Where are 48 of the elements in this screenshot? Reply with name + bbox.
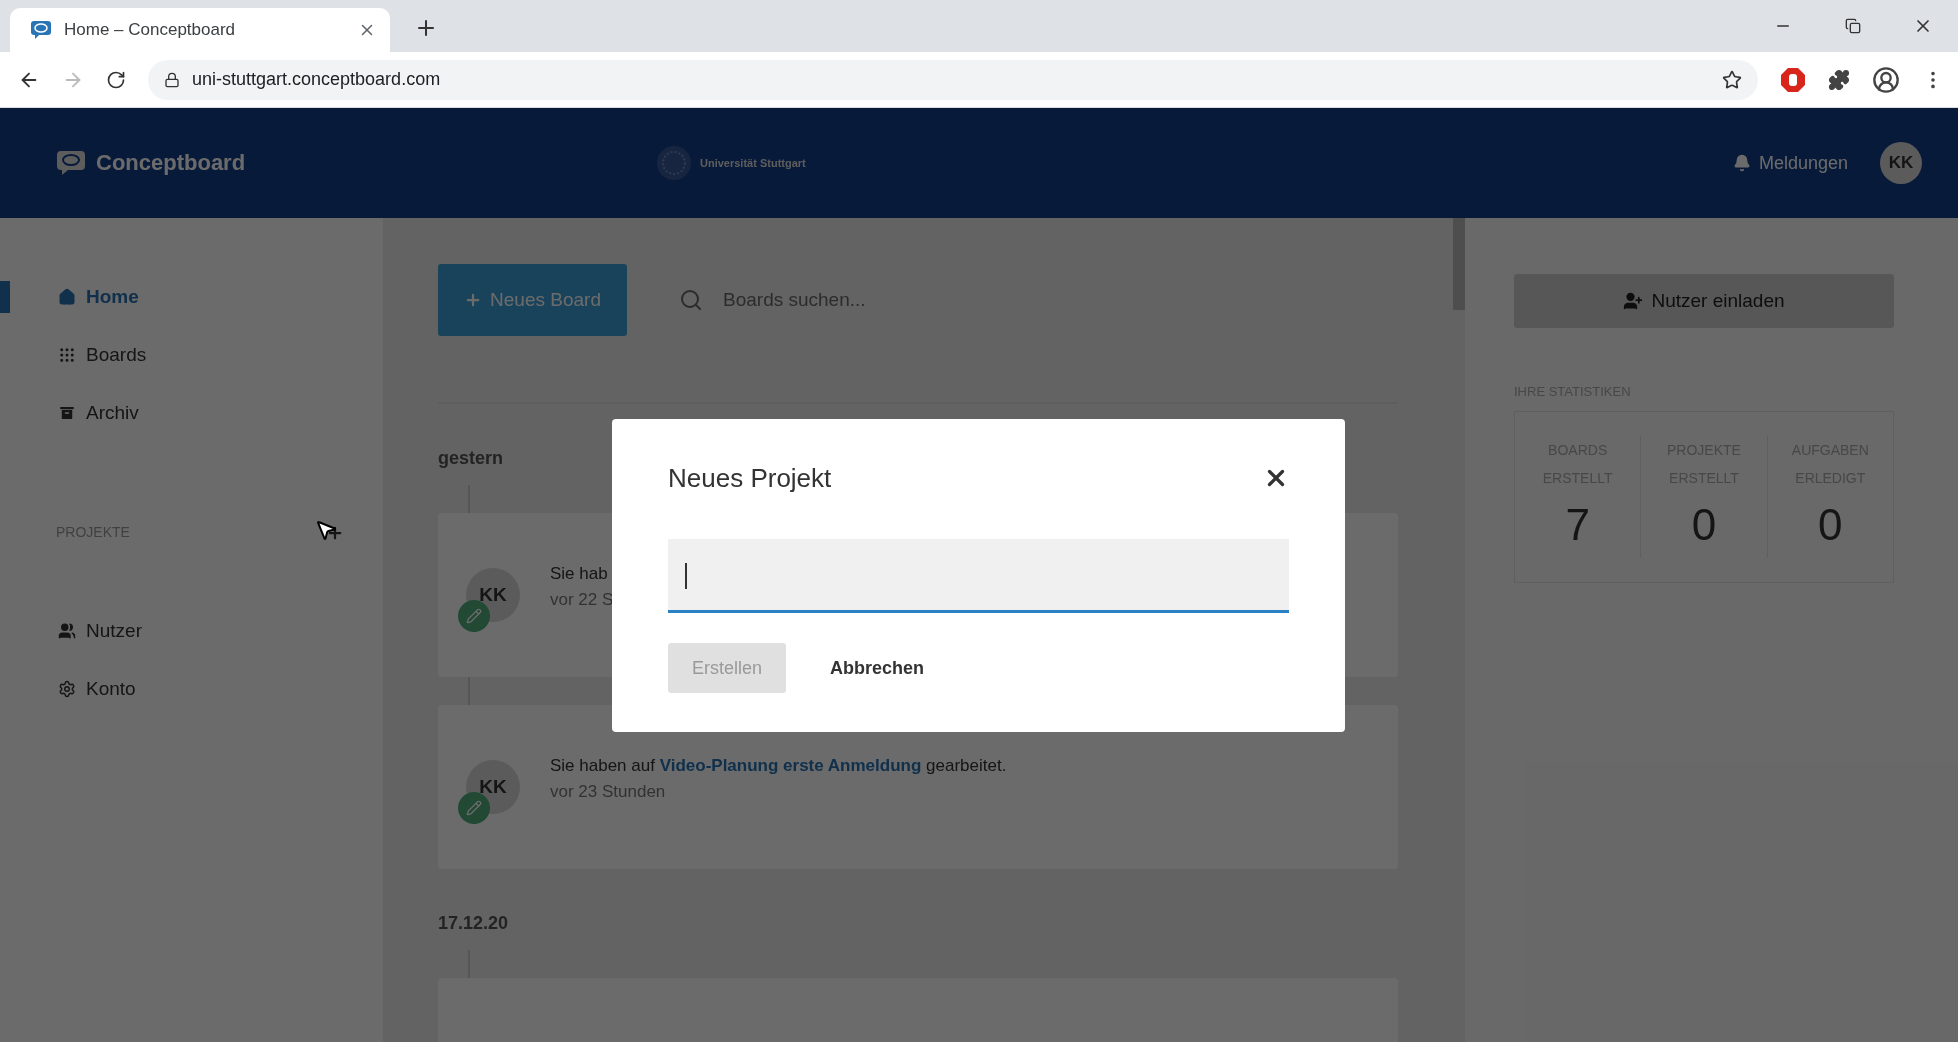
notifications-button[interactable]: Meldungen	[1726, 151, 1854, 175]
invite-button[interactable]: Nutzer einladen	[1514, 274, 1894, 328]
mouse-pointer-icon	[314, 518, 338, 542]
profile-icon[interactable]	[1872, 65, 1900, 94]
speech-bubble-icon	[30, 20, 52, 40]
sidebar-item[interactable]: Konto	[0, 660, 383, 718]
grid-icon	[58, 346, 76, 364]
stat-value: 0	[1818, 500, 1843, 550]
seal-icon	[656, 145, 692, 181]
active-indicator	[0, 281, 10, 313]
archive-icon	[58, 404, 76, 422]
activity-time: vor 23 Stunden	[550, 782, 667, 802]
bell-icon	[1732, 154, 1751, 172]
search-icon	[679, 288, 703, 312]
activity-text: Sie haben auf Video-Planung erste Anmeldung gearbeitet.	[550, 756, 1007, 776]
board-link[interactable]: Video-Planung erste Anmeldung	[659, 756, 922, 775]
sidebar-item[interactable]: Nutzer	[0, 602, 383, 660]
university-name: Universität Stuttgart	[700, 157, 806, 169]
stat-value: 7	[1565, 500, 1590, 550]
home-icon	[58, 288, 76, 306]
add-user-icon	[1623, 291, 1644, 311]
star-icon[interactable]	[1722, 69, 1742, 90]
dialog-title: Neues Projekt	[668, 462, 832, 494]
pencil-icon	[458, 792, 490, 824]
new-board-button[interactable]: Neues Board	[438, 264, 627, 336]
activity-time: vor 22 S	[550, 590, 614, 610]
address-bar[interactable]: uni-stuttgart.conceptboard.com	[148, 59, 1758, 100]
settings-icon	[58, 680, 76, 698]
sidebar-item[interactable]: Boards	[0, 326, 383, 384]
reload-icon[interactable]	[106, 69, 126, 90]
speech-bubble-icon	[56, 150, 86, 176]
pencil-icon	[458, 600, 490, 632]
url-text: uni-stuttgart.conceptboard.com	[192, 69, 442, 90]
brand-name: Conceptboard	[96, 150, 246, 176]
user-avatar[interactable]: KK	[1880, 142, 1922, 184]
puzzle-icon[interactable]	[1828, 68, 1850, 91]
users-icon	[58, 622, 76, 640]
date-heading: 17.12.20	[438, 913, 509, 933]
lock-icon	[164, 71, 180, 88]
scrollbar[interactable]	[1453, 218, 1465, 310]
date-heading: gestern	[438, 448, 504, 468]
sidebar-item[interactable]: Archiv	[0, 384, 383, 442]
tab-title: Home – Conceptboard	[64, 20, 237, 40]
activity-text: Sie hab	[550, 564, 609, 584]
stat-value: 0	[1691, 500, 1717, 550]
browser-tab[interactable]: Home – Conceptboard	[10, 8, 390, 52]
input-field[interactable]	[668, 539, 1289, 613]
cancel-button[interactable]: Abbrechen	[806, 643, 949, 693]
